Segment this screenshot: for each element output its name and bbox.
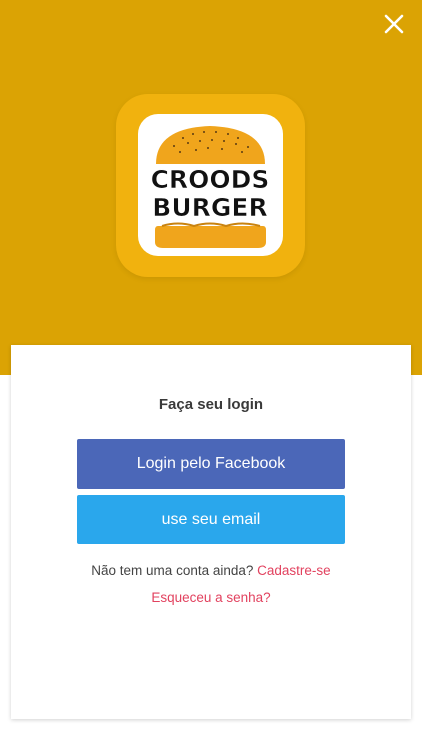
signup-link[interactable]: Cadastre-se [257,563,331,578]
login-title: Faça seu login [158,396,264,413]
close-icon [384,14,404,34]
facebook-login-button[interactable]: Login pelo Facebook [77,439,345,489]
email-login-button[interactable]: use seu email [77,495,345,544]
signup-prompt: Não tem uma conta ainda? [91,563,254,578]
login-screen: CROODS BURGER Faça seu login Login pelo … [0,0,422,750]
close-button[interactable] [380,10,408,38]
burger-logo-image: CROODS BURGER [150,126,270,248]
logo-text-line1: CROODS [151,165,270,194]
logo-inner: CROODS BURGER [138,114,283,256]
forgot-password-link[interactable]: Esqueceu a senha? [11,590,411,605]
signup-line: Não tem uma conta ainda? Cadastre-se [11,563,411,578]
app-logo: CROODS BURGER [116,94,305,277]
logo-text-line2: BURGER [152,193,267,222]
login-card: Faça seu login Login pelo Facebook use s… [11,345,411,719]
